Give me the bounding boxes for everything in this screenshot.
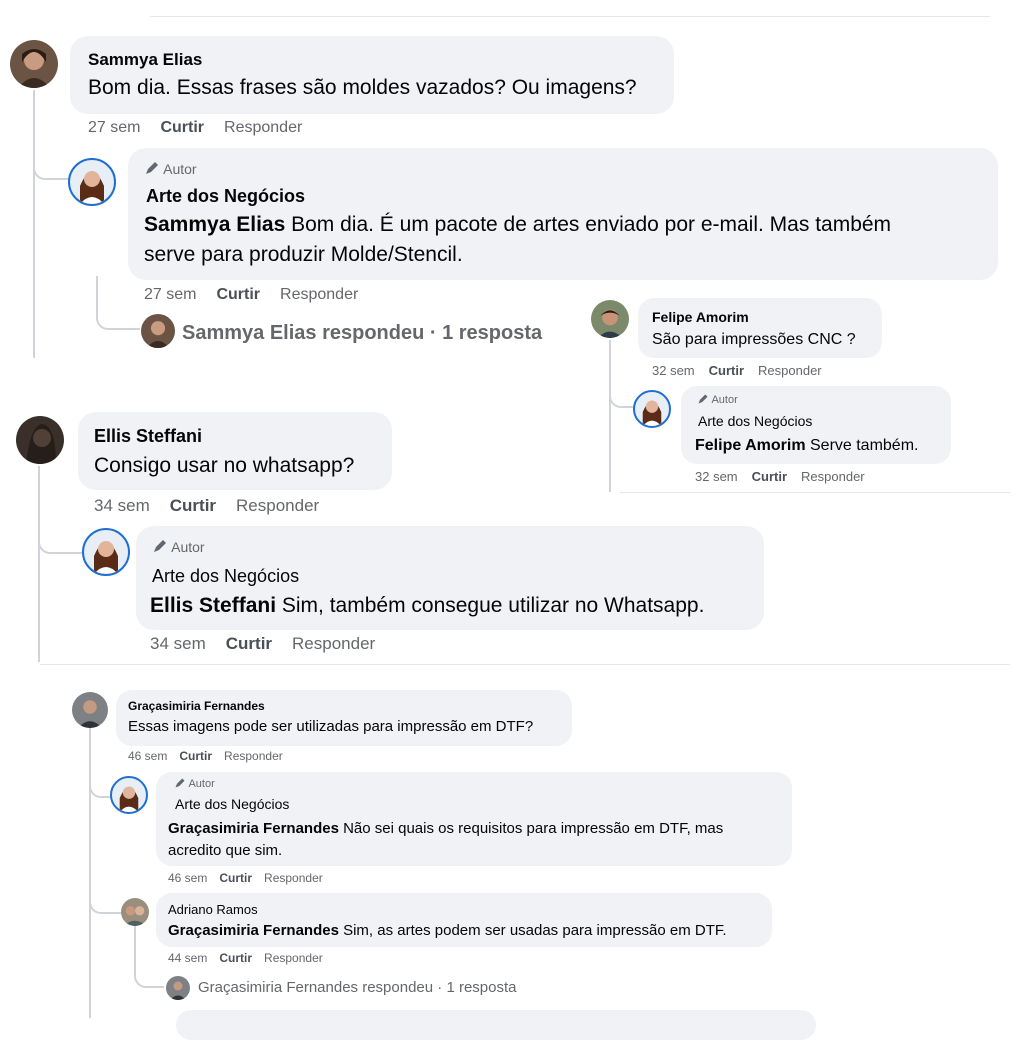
mention[interactable]: Felipe Amorim (695, 437, 806, 454)
section-divider (620, 492, 1010, 493)
reply-author[interactable]: Arte dos Negócios (152, 566, 299, 587)
thread-line (33, 90, 35, 358)
reply-author[interactable]: Arte dos Negócios (146, 186, 305, 207)
like-button[interactable]: Curtir (709, 363, 744, 378)
comment-time[interactable]: 34 sem (94, 496, 150, 515)
reply-text: Felipe Amorim Serve também. (695, 437, 919, 454)
thread-connector (89, 880, 121, 914)
reply-author[interactable]: Arte dos Negócios (698, 413, 812, 429)
like-button[interactable]: Curtir (179, 749, 212, 763)
reply-meta: 27 sem Curtir Responder (144, 286, 378, 304)
comment-meta: 32 sem Curtir Responder (652, 363, 842, 378)
reply-button[interactable]: Responder (801, 469, 865, 484)
author-badge: Autor (174, 777, 215, 790)
comment-time[interactable]: 32 sem (652, 363, 695, 378)
reply-time[interactable]: 44 sem (168, 951, 207, 965)
pencil-icon (175, 778, 185, 788)
reply-text: Graçasimiria Fernandes Sim, as artes pod… (168, 922, 727, 939)
reply-time[interactable]: 27 sem (144, 286, 196, 303)
author-badge: Autor (152, 538, 205, 555)
avatar-felipe[interactable] (591, 300, 629, 338)
comment-text: Consigo usar no whatsapp? (94, 454, 355, 477)
like-button[interactable]: Curtir (219, 951, 252, 965)
reply-meta: 34 sem Curtir Responder (150, 634, 395, 654)
avatar-gracasimiria-small[interactable] (166, 976, 190, 1000)
reply-time[interactable]: 34 sem (150, 634, 206, 653)
like-button[interactable]: Curtir (160, 119, 204, 136)
reply-time[interactable]: 32 sem (695, 469, 738, 484)
avatar-arte-dos-negocios[interactable] (68, 158, 116, 206)
reply-text-line2: acredito que sim. (168, 842, 283, 859)
reply-meta: 32 sem Curtir Responder (695, 469, 885, 484)
comment-bubble (638, 298, 882, 358)
more-replies-connector (96, 276, 140, 330)
comment-author[interactable]: Felipe Amorim (652, 309, 749, 325)
like-button[interactable]: Curtir (219, 871, 252, 885)
reply-button[interactable]: Responder (280, 286, 358, 303)
thread-connector (38, 520, 82, 554)
comment-time[interactable]: 46 sem (128, 749, 167, 763)
comment-text: São para impressões CNC ? (652, 331, 856, 348)
reply-text-line2: serve para produzir Molde/Stencil. (144, 243, 463, 266)
avatar-ellis[interactable] (16, 416, 64, 464)
reply-meta: 44 sem Curtir Responder (168, 951, 343, 965)
reply-time[interactable]: 46 sem (168, 871, 207, 885)
comment-author[interactable]: Sammya Elias (88, 50, 202, 70)
author-badge: Autor (697, 393, 738, 406)
comment-text: Bom dia. Essas frases são moldes vazados… (88, 76, 637, 99)
reply-text-line1: Graçasimiria Fernandes Não sei quais os … (168, 820, 724, 837)
avatar-arte-dos-negocios[interactable] (82, 528, 130, 576)
like-button[interactable]: Curtir (216, 286, 260, 303)
reply-button[interactable]: Responder (224, 749, 283, 763)
avatar-sammya-small[interactable] (141, 314, 175, 348)
thread-connector (33, 140, 69, 180)
reply-button[interactable]: Responder (264, 871, 323, 885)
reply-button[interactable]: Responder (224, 119, 302, 136)
mention[interactable]: Graçasimiria Fernandes (168, 820, 339, 837)
avatar-sammya[interactable] (10, 40, 58, 88)
reply-text: Ellis Steffani Sim, também consegue util… (150, 594, 705, 617)
author-badge: Autor (144, 160, 197, 177)
thread-line (38, 466, 40, 662)
comment-bubble (78, 412, 392, 490)
avatar-adriano[interactable] (121, 898, 149, 926)
reply-button[interactable]: Responder (292, 634, 375, 653)
mention[interactable]: Graçasimiria Fernandes (168, 922, 339, 939)
pencil-icon (146, 162, 158, 174)
comment-bubble (70, 36, 674, 114)
like-button[interactable]: Curtir (170, 496, 216, 515)
pencil-icon (698, 394, 708, 404)
avatar-arte-dos-negocios[interactable] (110, 776, 148, 814)
comment-time[interactable]: 27 sem (88, 119, 140, 136)
avatar-gracasimiria[interactable] (72, 692, 108, 728)
reply-text-line1: Sammya Elias Bom dia. É um pacote de art… (144, 213, 892, 236)
view-replies-link[interactable]: Graçasimiria Fernandes respondeu · 1 res… (198, 979, 517, 996)
top-divider (150, 16, 990, 17)
comment-meta: 46 sem Curtir Responder (128, 749, 303, 763)
more-replies-connector (134, 950, 164, 988)
thread-connector (89, 760, 111, 798)
comment-author[interactable]: Graçasimiria Fernandes (128, 699, 265, 713)
mention[interactable]: Sammya Elias (144, 213, 285, 236)
reply-button[interactable]: Responder (264, 951, 323, 965)
reply-author[interactable]: Arte dos Negócios (175, 796, 289, 812)
comment-author[interactable]: Ellis Steffani (94, 426, 202, 447)
next-comment-bubble (176, 1010, 816, 1040)
comment-meta: 27 sem Curtir Responder (88, 119, 322, 137)
reply-meta: 46 sem Curtir Responder (168, 871, 343, 885)
like-button[interactable]: Curtir (752, 469, 787, 484)
comment-text: Essas imagens pode ser utilizadas para i… (128, 718, 534, 735)
avatar-arte-dos-negocios[interactable] (633, 390, 671, 428)
reply-button[interactable]: Responder (236, 496, 319, 515)
mention[interactable]: Ellis Steffani (150, 594, 276, 617)
reply-button[interactable]: Responder (758, 363, 822, 378)
view-replies-link[interactable]: Sammya Elias respondeu · 1 resposta (182, 322, 542, 345)
pencil-icon (154, 540, 166, 552)
thread-connector (609, 380, 635, 408)
like-button[interactable]: Curtir (226, 634, 272, 653)
thread-line (609, 340, 611, 492)
reply-author[interactable]: Adriano Ramos (168, 902, 258, 917)
section-divider (40, 664, 1010, 665)
comment-meta: 34 sem Curtir Responder (94, 496, 339, 516)
